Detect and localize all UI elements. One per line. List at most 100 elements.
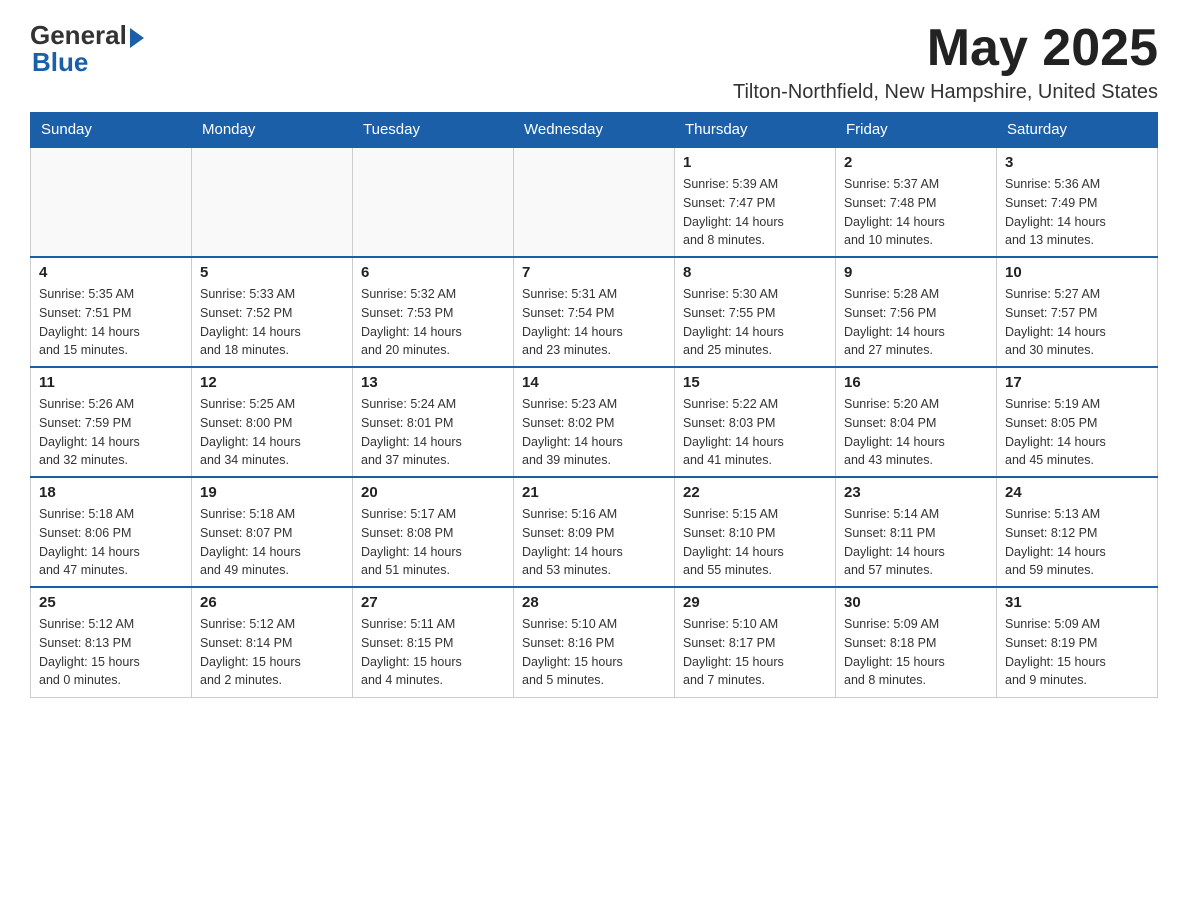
calendar-cell: 28 Sunrise: 5:10 AM Sunset: 8:16 PM Dayli… [514, 587, 675, 697]
calendar-cell: 21Sunrise: 5:16 AM Sunset: 8:09 PM Dayli… [514, 477, 675, 587]
page-header: General Blue May 2025 Tilton-Northfield,… [30, 20, 1158, 104]
day-number: 2 [844, 154, 988, 171]
day-number: 1 [683, 154, 827, 171]
column-header-sunday: Sunday [31, 113, 192, 148]
day-info: Sunrise: 5:30 AM Sunset: 7:55 PM Dayligh… [683, 285, 827, 360]
day-number: 5 [200, 264, 344, 281]
calendar-table: SundayMondayTuesdayWednesdayThursdayFrid… [30, 112, 1158, 698]
calendar-cell: 24 Sunrise: 5:13 AM Sunset: 8:12 PM Dayli… [997, 477, 1158, 587]
day-number: 28 [522, 594, 666, 611]
day-info: Sunrise: 5:33 AM Sunset: 7:52 PM Dayligh… [200, 285, 344, 360]
day-number: 24 [1005, 484, 1149, 501]
day-info: Sunrise: 5:10 AM Sunset: 8:16 PM Dayligh… [522, 615, 666, 690]
calendar-cell: 6Sunrise: 5:32 AM Sunset: 7:53 PM Daylig… [353, 257, 514, 367]
calendar-cell: 4Sunrise: 5:35 AM Sunset: 7:51 PM Daylig… [31, 257, 192, 367]
column-header-saturday: Saturday [997, 113, 1158, 148]
calendar-cell: 31 Sunrise: 5:09 AM Sunset: 8:19 PM Dayli… [997, 587, 1158, 697]
day-number: 20 [361, 484, 505, 501]
calendar-week-4: 18 Sunrise: 5:18 AM Sunset: 8:06 PM Dayli… [31, 477, 1158, 587]
day-info: Sunrise: 5:19 AM Sunset: 8:05 PM Dayligh… [1005, 395, 1149, 470]
day-number: 10 [1005, 264, 1149, 281]
calendar-cell: 5 Sunrise: 5:33 AM Sunset: 7:52 PM Daylig… [192, 257, 353, 367]
day-number: 3 [1005, 154, 1149, 171]
calendar-cell: 23 Sunrise: 5:14 AM Sunset: 8:11 PM Dayli… [836, 477, 997, 587]
day-info: Sunrise: 5:18 AM Sunset: 8:07 PM Dayligh… [200, 505, 344, 580]
calendar-cell: 26 Sunrise: 5:12 AM Sunset: 8:14 PM Dayli… [192, 587, 353, 697]
day-number: 14 [522, 374, 666, 391]
day-info: Sunrise: 5:36 AM Sunset: 7:49 PM Dayligh… [1005, 175, 1149, 250]
calendar-week-5: 25 Sunrise: 5:12 AM Sunset: 8:13 PM Dayli… [31, 587, 1158, 697]
day-info: Sunrise: 5:35 AM Sunset: 7:51 PM Dayligh… [39, 285, 183, 360]
calendar-cell [514, 147, 675, 257]
calendar-week-2: 4Sunrise: 5:35 AM Sunset: 7:51 PM Daylig… [31, 257, 1158, 367]
column-header-monday: Monday [192, 113, 353, 148]
calendar-cell: 8Sunrise: 5:30 AM Sunset: 7:55 PM Daylig… [675, 257, 836, 367]
logo: General Blue [30, 20, 144, 78]
calendar-cell: 22 Sunrise: 5:15 AM Sunset: 8:10 PM Dayli… [675, 477, 836, 587]
day-info: Sunrise: 5:15 AM Sunset: 8:10 PM Dayligh… [683, 505, 827, 580]
day-number: 25 [39, 594, 183, 611]
day-number: 12 [200, 374, 344, 391]
calendar-cell: 18 Sunrise: 5:18 AM Sunset: 8:06 PM Dayli… [31, 477, 192, 587]
calendar-cell: 25 Sunrise: 5:12 AM Sunset: 8:13 PM Dayli… [31, 587, 192, 697]
day-info: Sunrise: 5:12 AM Sunset: 8:14 PM Dayligh… [200, 615, 344, 690]
calendar-cell: 17 Sunrise: 5:19 AM Sunset: 8:05 PM Dayli… [997, 367, 1158, 477]
day-info: Sunrise: 5:28 AM Sunset: 7:56 PM Dayligh… [844, 285, 988, 360]
month-title: May 2025 [733, 20, 1158, 77]
day-info: Sunrise: 5:18 AM Sunset: 8:06 PM Dayligh… [39, 505, 183, 580]
day-number: 13 [361, 374, 505, 391]
day-info: Sunrise: 5:09 AM Sunset: 8:19 PM Dayligh… [1005, 615, 1149, 690]
logo-blue-text: Blue [32, 47, 88, 78]
day-info: Sunrise: 5:09 AM Sunset: 8:18 PM Dayligh… [844, 615, 988, 690]
calendar-cell: 30 Sunrise: 5:09 AM Sunset: 8:18 PM Dayli… [836, 587, 997, 697]
day-info: Sunrise: 5:12 AM Sunset: 8:13 PM Dayligh… [39, 615, 183, 690]
calendar-cell: 2 Sunrise: 5:37 AM Sunset: 7:48 PM Daylig… [836, 147, 997, 257]
day-number: 7 [522, 264, 666, 281]
day-number: 6 [361, 264, 505, 281]
day-info: Sunrise: 5:31 AM Sunset: 7:54 PM Dayligh… [522, 285, 666, 360]
calendar-header: SundayMondayTuesdayWednesdayThursdayFrid… [31, 113, 1158, 148]
day-number: 17 [1005, 374, 1149, 391]
day-number: 30 [844, 594, 988, 611]
column-header-thursday: Thursday [675, 113, 836, 148]
day-number: 18 [39, 484, 183, 501]
day-info: Sunrise: 5:14 AM Sunset: 8:11 PM Dayligh… [844, 505, 988, 580]
column-header-tuesday: Tuesday [353, 113, 514, 148]
column-header-wednesday: Wednesday [514, 113, 675, 148]
calendar-cell: 27Sunrise: 5:11 AM Sunset: 8:15 PM Dayli… [353, 587, 514, 697]
day-info: Sunrise: 5:24 AM Sunset: 8:01 PM Dayligh… [361, 395, 505, 470]
logo-arrow-icon [130, 28, 144, 48]
day-number: 9 [844, 264, 988, 281]
calendar-cell: 1 Sunrise: 5:39 AM Sunset: 7:47 PM Daylig… [675, 147, 836, 257]
calendar-cell: 29 Sunrise: 5:10 AM Sunset: 8:17 PM Dayli… [675, 587, 836, 697]
day-number: 26 [200, 594, 344, 611]
day-info: Sunrise: 5:13 AM Sunset: 8:12 PM Dayligh… [1005, 505, 1149, 580]
day-number: 21 [522, 484, 666, 501]
day-number: 22 [683, 484, 827, 501]
calendar-cell: 19Sunrise: 5:18 AM Sunset: 8:07 PM Dayli… [192, 477, 353, 587]
calendar-cell: 11Sunrise: 5:26 AM Sunset: 7:59 PM Dayli… [31, 367, 192, 477]
calendar-cell: 20 Sunrise: 5:17 AM Sunset: 8:08 PM Dayli… [353, 477, 514, 587]
calendar-cell: 15Sunrise: 5:22 AM Sunset: 8:03 PM Dayli… [675, 367, 836, 477]
day-info: Sunrise: 5:23 AM Sunset: 8:02 PM Dayligh… [522, 395, 666, 470]
calendar-cell [31, 147, 192, 257]
day-number: 23 [844, 484, 988, 501]
title-block: May 2025 Tilton-Northfield, New Hampshir… [733, 20, 1158, 104]
day-info: Sunrise: 5:25 AM Sunset: 8:00 PM Dayligh… [200, 395, 344, 470]
day-info: Sunrise: 5:39 AM Sunset: 7:47 PM Dayligh… [683, 175, 827, 250]
calendar-cell [192, 147, 353, 257]
day-number: 15 [683, 374, 827, 391]
day-info: Sunrise: 5:10 AM Sunset: 8:17 PM Dayligh… [683, 615, 827, 690]
calendar-cell: 7 Sunrise: 5:31 AM Sunset: 7:54 PM Daylig… [514, 257, 675, 367]
day-number: 11 [39, 374, 183, 391]
column-header-friday: Friday [836, 113, 997, 148]
day-info: Sunrise: 5:37 AM Sunset: 7:48 PM Dayligh… [844, 175, 988, 250]
day-info: Sunrise: 5:27 AM Sunset: 7:57 PM Dayligh… [1005, 285, 1149, 360]
calendar-cell: 16Sunrise: 5:20 AM Sunset: 8:04 PM Dayli… [836, 367, 997, 477]
day-number: 31 [1005, 594, 1149, 611]
day-number: 16 [844, 374, 988, 391]
day-info: Sunrise: 5:17 AM Sunset: 8:08 PM Dayligh… [361, 505, 505, 580]
calendar-cell: 9 Sunrise: 5:28 AM Sunset: 7:56 PM Daylig… [836, 257, 997, 367]
day-number: 29 [683, 594, 827, 611]
day-number: 27 [361, 594, 505, 611]
